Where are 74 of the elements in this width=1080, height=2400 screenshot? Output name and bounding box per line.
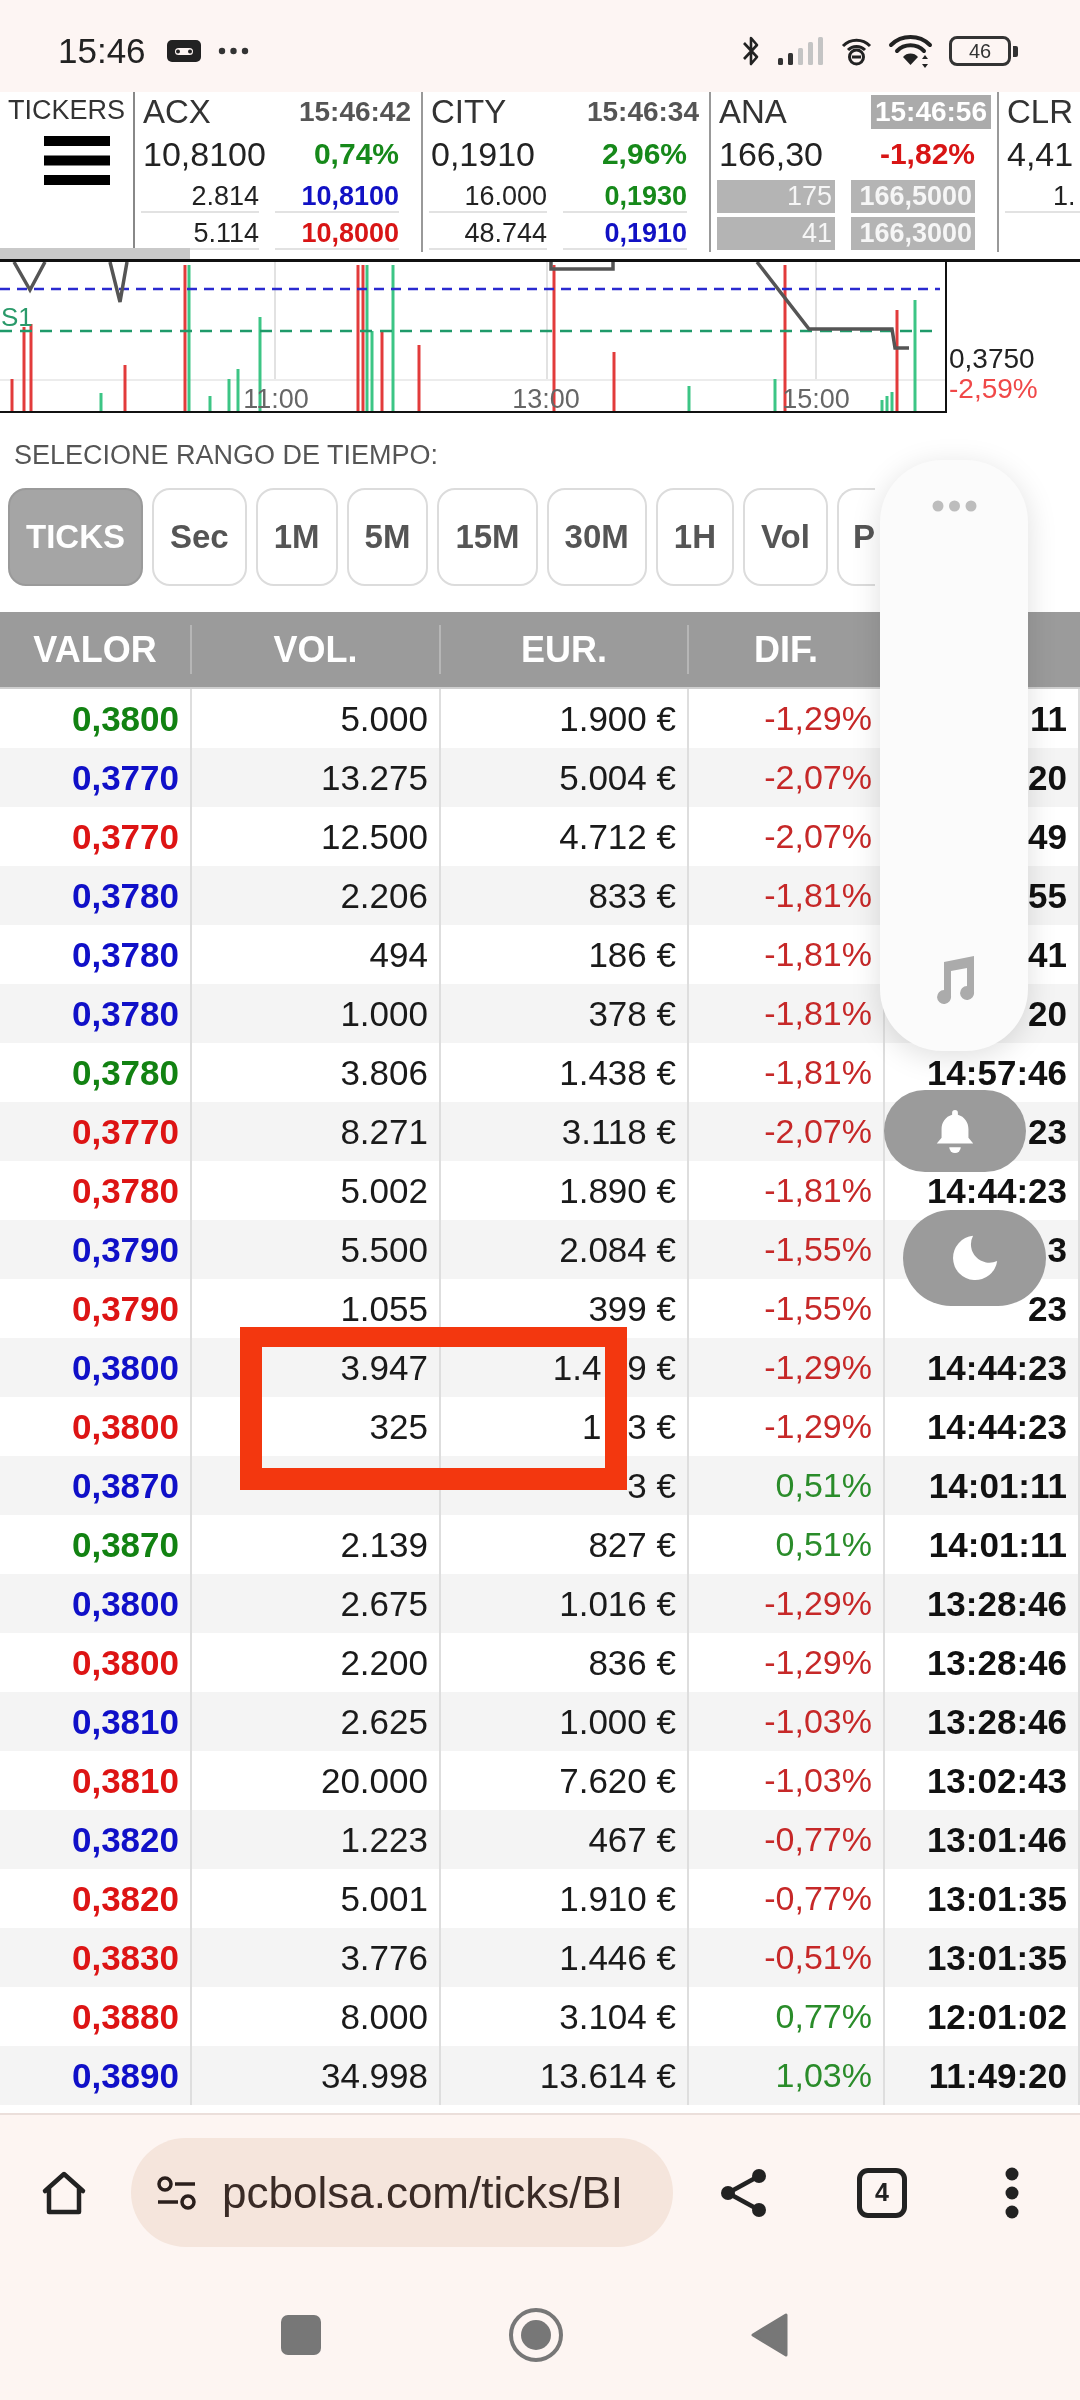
ticker-time: 15:46:34 [585,95,700,129]
ticker-time: 15:46:42 [297,95,412,129]
ticker-price: 166,30 [719,134,823,174]
order-price: 10,8100 [275,180,399,213]
time-range-tab[interactable]: 5M [346,488,429,586]
more-options-icon[interactable] [1004,2165,1020,2220]
volume-bar [773,379,777,411]
order-price: 166,3000 [851,217,975,250]
ticker-price: 4,41 [1007,134,1074,174]
table-cell-fragment: 9 € [627,1347,676,1388]
back-icon[interactable] [751,2313,788,2357]
ticker-change: 0,74% [313,137,399,171]
table-cell-fragment: 3 € [627,1406,676,1447]
order-quantity: 48.744 [429,217,547,250]
ticker-price: 0,1910 [431,134,535,174]
sliders-icon[interactable] [157,2175,196,2210]
time-range-tab[interactable]: Sec [152,488,247,586]
more-notifications-icon [217,47,249,55]
bluetooth-icon [742,34,760,68]
order-quantity: 16.000 [429,180,547,213]
support-label: S1 [1,302,33,332]
circle-icon[interactable] [509,2308,563,2362]
order-price: 0,1930 [563,180,687,213]
time-range-tab[interactable]: 15M [437,488,538,586]
signal-icon [778,37,824,65]
ticker-change: 2,96% [601,137,687,171]
ticker-time: 15:46:56 [870,95,991,129]
ticker-symbol: ANA [719,94,787,130]
battery-indicator: 46 [949,36,1018,66]
time-range-tab[interactable]: 1M [255,488,338,586]
cassette-icon [166,40,201,62]
volume-bar [123,365,127,411]
wifi-icon [888,34,933,68]
volume-bar [10,379,14,411]
order-quantity: 175 [717,180,835,213]
ticker-symbol: ACX [143,94,211,130]
clock-time: 15:46 [58,31,146,71]
volume-bar [417,345,421,411]
ticker-symbol: CLR [1007,94,1074,130]
scroll-thumb[interactable] [0,248,190,259]
order-price: 0,1910 [563,217,687,250]
order-price: 166,5000 [851,180,975,213]
tickers-label: TICKERS [8,94,125,126]
menu-icon[interactable] [43,136,110,185]
order-quantity: 1. [1005,180,1080,213]
order-quantity: 2.814 [141,180,259,213]
volume-bar [227,379,231,411]
table-cell-fragment: 1 [581,1406,602,1447]
volume-bar [687,386,691,411]
ticker-price: 10,8100 [143,134,266,174]
time-range-tab[interactable]: Vol [743,488,828,586]
share-icon[interactable] [719,2167,769,2218]
order-price: 10,8000 [275,217,399,250]
ticker-symbol: CITY [431,94,507,130]
column-header: VALOR [0,625,192,674]
ticker-change: -1,82% [879,137,975,171]
hotspot-icon [840,36,873,66]
address-bar[interactable]: pcbolsa.com/ticks/BI [131,2138,673,2247]
tab-switcher-button[interactable]: 4 [857,2167,907,2218]
table-cell-fragment: 1.4 [552,1347,602,1388]
square-icon[interactable] [281,2315,321,2355]
volume-bar [208,396,212,411]
last-price: 0,3750 [949,344,1035,374]
time-range-label: SELECIONE RANGO DE TIEMPO: [14,440,440,471]
column-header: VOL. [192,625,441,674]
last-change: -2,59% [949,374,1038,404]
column-header: EUR. [441,625,689,674]
volume-bar [99,393,103,411]
time-range-tab[interactable]: P [836,488,875,586]
order-quantity: 41 [717,217,835,250]
time-range-tab[interactable]: 1H [655,488,734,586]
volume-bar [612,352,616,411]
volume-bar [236,369,240,411]
time-range-tab[interactable]: 30M [546,488,647,586]
